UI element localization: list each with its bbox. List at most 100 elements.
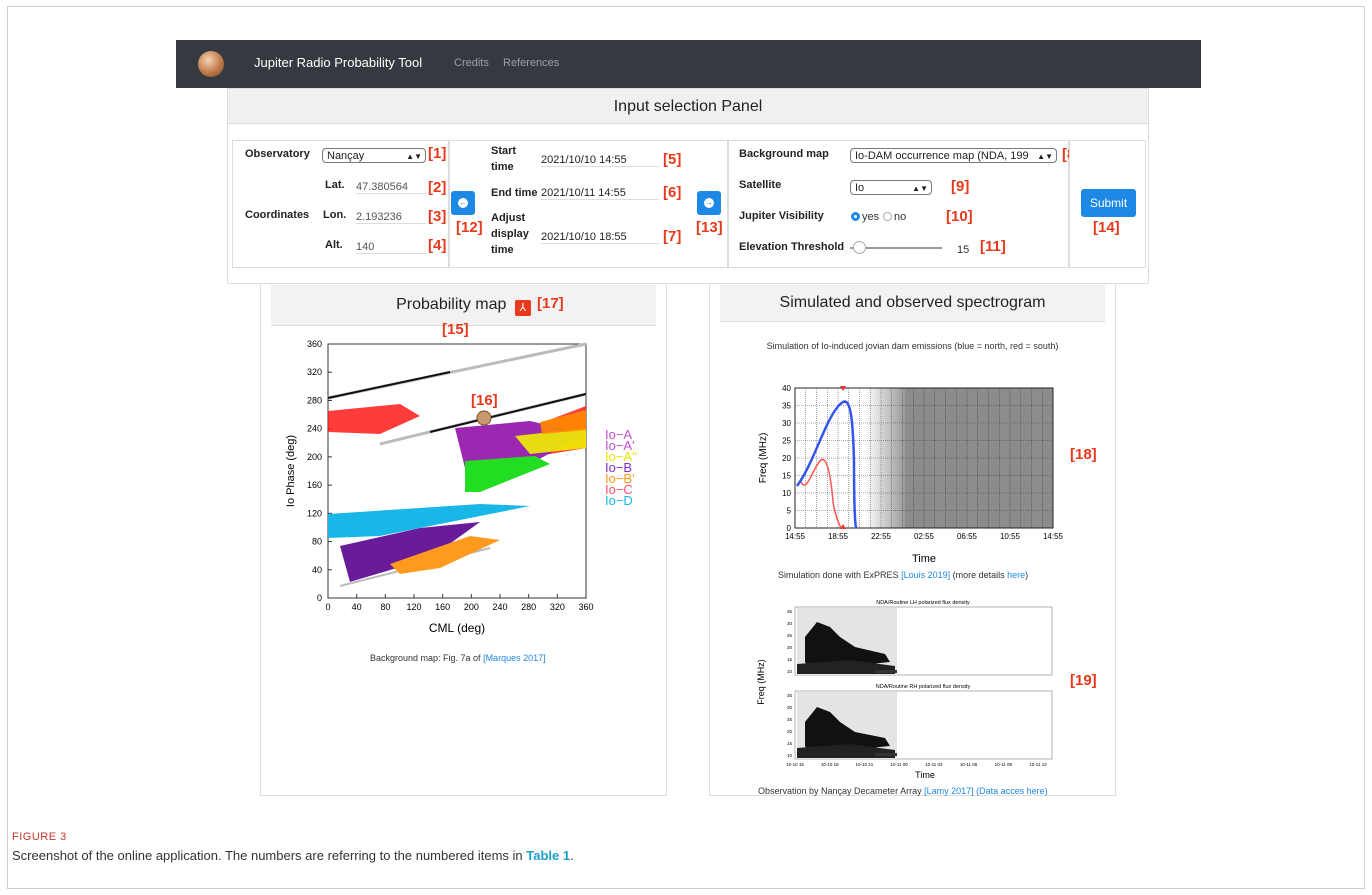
figure-caption: Screenshot of the online application. Th…: [12, 848, 574, 863]
pdf-icon[interactable]: ⅄: [514, 300, 531, 316]
spectrogram-title: Simulated and observed spectrogram: [720, 285, 1105, 322]
tag-2: [2]: [428, 179, 447, 196]
marques-link[interactable]: [Marques 2017]: [483, 653, 546, 663]
adjust-time-label: Adjust display time: [491, 212, 529, 256]
lat-input[interactable]: 47.380564: [356, 181, 426, 194]
background-map-select[interactable]: Io-DAM occurrence map (NDA, 199 ▲▼: [850, 148, 1057, 163]
obs-note-pre: Observation by Nançay Decameter Array: [758, 786, 925, 796]
more-details-link[interactable]: here: [1007, 570, 1025, 580]
observatory-select[interactable]: Nançay ▲▼: [322, 148, 426, 163]
alt-input[interactable]: 140: [356, 241, 426, 254]
sim-xtick-label: 22:55: [871, 532, 892, 541]
obs-ytick-label: 35: [787, 693, 793, 698]
obs-ytick-label: 30: [787, 705, 793, 710]
select-arrow-icon: ▲▼: [912, 184, 928, 193]
tag-11: [11]: [980, 238, 1006, 255]
nav-credits-link[interactable]: Credits: [454, 57, 489, 69]
obs-ytick-label: 10: [787, 669, 793, 674]
arrow-left-icon: ←: [458, 198, 468, 208]
satellite-label: Satellite: [739, 179, 782, 191]
jupiter-position-marker: [476, 410, 492, 426]
figure-caption-end: .: [570, 848, 574, 863]
obs-ytick-label: 15: [787, 741, 793, 746]
lat-label: Lat.: [325, 179, 345, 191]
adjust-time-input[interactable]: 2021/10/10 18:55: [541, 231, 659, 244]
figure-frame: [7, 6, 1365, 889]
time-back-button[interactable]: ←: [451, 191, 475, 215]
lon-input[interactable]: 2.193236: [356, 211, 426, 224]
arrow-right-icon: →: [704, 198, 714, 208]
prob-xtick-label: 80: [380, 602, 390, 612]
sim-xtick-label: 14:55: [1043, 532, 1064, 541]
sim-ytick-label: 25: [782, 437, 791, 446]
visibility-no-label: no: [894, 211, 907, 223]
sim-ytick-label: 40: [782, 384, 791, 393]
obs-xtick-label: 10-11 06: [960, 762, 978, 767]
end-time-input[interactable]: 2021/10/11 14:55: [541, 187, 659, 200]
probability-y-label: Io Phase (deg): [285, 435, 297, 507]
legend-entry: Io−D: [605, 493, 633, 508]
prob-xtick-label: 40: [352, 602, 362, 612]
tag-4: [4]: [428, 237, 447, 254]
prob-ytick-label: 200: [307, 452, 322, 462]
table-link[interactable]: Table 1: [526, 848, 570, 863]
select-arrow-icon: ▲▼: [1037, 152, 1053, 161]
sim-ytick-label: 10: [782, 489, 791, 498]
tag-10: [10]: [946, 208, 973, 225]
app-title[interactable]: Jupiter Radio Probability Tool: [254, 55, 422, 70]
simulated-spectrogram-chart: 051015202530354014:55 18:55 22:55 02:55 06:5…: [758, 384, 1064, 565]
sim-ytick-label: 5: [787, 507, 792, 516]
sim-ytick-label: 30: [782, 419, 791, 428]
navbar: Jupiter Radio Probability Tool Credits R…: [176, 40, 1201, 88]
probability-map-chart: 0 40 80 120 160 200 240 280 320 360 0 40 80 120 160 200…: [285, 339, 637, 635]
obs-lh-data: [797, 608, 897, 675]
visibility-no-radio[interactable]: [883, 212, 892, 221]
tag-18: [18]: [1070, 446, 1097, 463]
figure-caption-text: Screenshot of the online application. Th…: [12, 848, 527, 863]
nav-references-link[interactable]: References: [503, 57, 559, 69]
prob-xtick-label: 0: [325, 602, 330, 612]
prob-xtick-label: 280: [521, 602, 536, 612]
sim-xtick-label: 14:55: [785, 532, 806, 541]
figure-label: FIGURE 3: [12, 831, 67, 843]
tag-1: [1]: [428, 145, 447, 162]
lon-label: Lon.: [323, 209, 347, 221]
alt-label: Alt.: [325, 239, 343, 251]
sim-xtick-label: 06:55: [957, 532, 978, 541]
probability-caption: Background map: Fig. 7a of [Marques 2017…: [370, 653, 546, 663]
time-forward-button[interactable]: →: [697, 191, 721, 215]
observatory-label: Observatory: [245, 148, 310, 160]
prob-ytick-label: 360: [307, 339, 322, 349]
prob-ytick-label: 0: [317, 593, 322, 603]
data-access-link[interactable]: (Data acces here): [976, 786, 1048, 796]
prob-ytick-label: 120: [307, 508, 322, 518]
tag-14: [14]: [1093, 219, 1120, 236]
satellite-select[interactable]: Io ▲▼: [850, 180, 932, 195]
obs-rh-title: NDA/Routine RH polarized flux density: [876, 684, 971, 690]
coordinates-label: Coordinates: [245, 209, 310, 221]
sim-xtick-label: 02:55: [914, 532, 935, 541]
obs-ytick-label: 20: [787, 729, 793, 734]
visibility-yes-radio[interactable]: [851, 212, 860, 221]
tag-13: [13]: [696, 219, 723, 236]
sim-ytick-label: 15: [782, 472, 791, 481]
tag-3: [3]: [428, 208, 447, 225]
obs-ytick-label: 25: [787, 633, 793, 638]
prob-xtick-label: 200: [464, 602, 479, 612]
tag-19: [19]: [1070, 672, 1097, 689]
submit-button[interactable]: Submit: [1081, 189, 1136, 217]
prob-xtick-label: 120: [406, 602, 421, 612]
background-map-value: Io-DAM occurrence map (NDA, 199: [855, 150, 1029, 162]
obs-ytick-label: 30: [787, 621, 793, 626]
prob-ytick-label: 320: [307, 367, 322, 377]
obs-ytick-label: 15: [787, 657, 793, 662]
observed-spectrogram-chart: NDA/Routine LH polarized flux density ND…: [756, 600, 1053, 780]
louis-link[interactable]: [Louis 2019]: [901, 570, 950, 580]
prob-ytick-label: 280: [307, 395, 322, 405]
observatory-value: Nançay: [327, 150, 365, 162]
prob-xtick-label: 240: [492, 602, 507, 612]
lamy-link[interactable]: [Lamy 2017]: [924, 786, 974, 796]
prob-xtick-label: 320: [550, 602, 565, 612]
start-time-input[interactable]: 2021/10/10 14:55: [541, 154, 659, 167]
obs-xtick-label: 10-11 00: [890, 762, 908, 767]
